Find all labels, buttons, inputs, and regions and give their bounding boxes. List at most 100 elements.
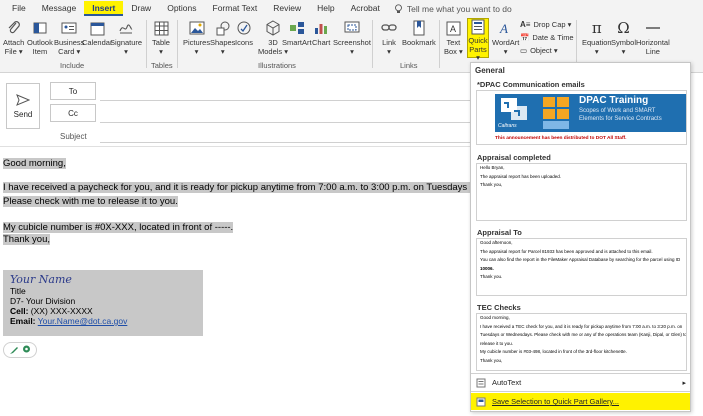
dpac-banner-title: DPAC Training (579, 95, 649, 106)
gallery-entry-text: Hello Bryan, (480, 165, 505, 170)
icons-label: Icons (235, 38, 253, 47)
menu-insert[interactable]: Insert (84, 1, 124, 16)
quick-parts-label2: Parts ▾ (469, 44, 487, 62)
autotext-label: AutoText (492, 378, 522, 387)
menu-review[interactable]: Review (265, 1, 309, 16)
business-card-icon (60, 19, 78, 37)
date-time-button[interactable]: 📅 Date & Time (520, 33, 574, 42)
text-box-button[interactable]: A Text Box ▾ (444, 19, 463, 56)
gallery-entry-text: Good afternoon, (480, 240, 513, 245)
screenshot-button[interactable]: Screenshot ▾ (333, 19, 371, 56)
table-button[interactable]: Table ▾ (152, 19, 170, 56)
equation-button[interactable]: π Equation ▾ (582, 19, 612, 56)
body-line-paycheck[interactable]: I have received a paycheck for you, and … (3, 182, 495, 193)
dpac-banner-sub1: Scopes of Work and SMART (579, 108, 656, 114)
gallery-entry-dpac[interactable]: Caltrans DPAC Training Scopes of Work an… (476, 90, 687, 145)
smartart-icon (288, 19, 306, 37)
mini-toolbar[interactable] (3, 342, 37, 358)
cc-field[interactable] (100, 122, 470, 123)
quick-parts-button[interactable]: Quick Parts ▾ (467, 18, 489, 62)
body-line-greeting[interactable]: Good morning, (3, 158, 66, 169)
location-pin-icon[interactable] (22, 345, 31, 355)
gallery-entry-text: Thank you, (480, 182, 503, 187)
menu-file[interactable]: File (4, 1, 34, 16)
chart-button[interactable]: Chart (312, 19, 330, 48)
date-time-label: Date & Time (532, 33, 574, 42)
body-line-release[interactable]: Please check with me to release it to yo… (3, 196, 178, 207)
subject-label: Subject (60, 132, 87, 141)
signature-email-link[interactable]: Your.Name@dot.ca.gov (38, 316, 128, 326)
body-separator (0, 146, 470, 147)
subject-field[interactable] (100, 142, 470, 143)
autotext-menu-item[interactable]: AutoText ▸ (471, 374, 690, 391)
signature-division: D7- Your Division (10, 296, 76, 306)
table-icon (152, 19, 170, 37)
send-button[interactable]: Send (6, 83, 40, 129)
tell-me-box[interactable]: Tell me what you want to do (394, 4, 512, 14)
save-selection-label: Save Selection to Quick Part Gallery... (492, 397, 619, 406)
gallery-entry-title: Appraisal completed (477, 153, 551, 162)
drop-cap-icon: A≡ (520, 20, 531, 29)
menu-format-text[interactable]: Format Text (205, 1, 266, 16)
bookmark-button[interactable]: Bookmark (402, 19, 436, 48)
paperclip-icon (5, 19, 23, 37)
save-selection-button[interactable]: Save Selection to Quick Part Gallery... (471, 393, 690, 410)
shapes-button[interactable]: Shapes ▾ (210, 19, 235, 56)
wordart-button[interactable]: A WordArt ▾ (492, 19, 519, 56)
gallery-entry-title: *DPAC Communication emails (477, 80, 585, 89)
equation-label2: ▾ (594, 46, 599, 56)
drop-cap-button[interactable]: A≡ Drop Cap ▾ (520, 20, 571, 29)
3d-models-label2: Models ▾ (258, 46, 289, 56)
menu-help[interactable]: Help (309, 1, 342, 16)
table-label2: ▾ (159, 46, 163, 56)
icons-button[interactable]: Icons (235, 19, 253, 48)
wordart-label2: ▾ (503, 46, 508, 56)
gallery-entry-appraisal-completed[interactable]: Hello Bryan, The appraisal report has be… (476, 163, 687, 221)
outlook-item-button[interactable]: Outlook Item (27, 19, 53, 56)
bookmark-label: Bookmark (402, 38, 436, 47)
text-box-icon: A (444, 19, 462, 37)
menu-acrobat[interactable]: Acrobat (343, 1, 388, 16)
calendar-button[interactable]: Calendar (82, 19, 112, 48)
signature-button[interactable]: Signature ▾ (110, 19, 142, 56)
screenshot-label2: ▾ (350, 46, 354, 56)
cc-button[interactable]: Cc (50, 104, 96, 122)
business-card-button[interactable]: Business Card ▾ (54, 19, 84, 56)
gallery-separator (471, 391, 690, 392)
pictures-button[interactable]: Pictures ▾ (183, 19, 210, 56)
link-button[interactable]: Link ▾ (380, 19, 398, 56)
calendar-icon (88, 19, 106, 37)
dpac-banner: Caltrans DPAC Training Scopes of Work an… (495, 94, 686, 132)
text-box-label2: Box ▾ (444, 46, 463, 56)
attach-file-button[interactable]: Attach File ▾ (3, 19, 24, 56)
gallery-entry-tec-checks[interactable]: Good morning, I have received a TEC chec… (476, 313, 687, 371)
menu-message[interactable]: Message (34, 1, 85, 16)
menu-options[interactable]: Options (159, 1, 204, 16)
horizontal-line-button[interactable]: Horizontal Line (636, 19, 670, 56)
object-button[interactable]: ▭ Object ▾ (520, 46, 558, 55)
gallery-entry-appraisal-to[interactable]: Good afternoon, The appraisal report for… (476, 238, 687, 296)
to-button[interactable]: To (50, 82, 96, 100)
send-label: Send (13, 109, 33, 119)
signature-block[interactable]: Your Name Title D7- Your Division Cell: … (3, 270, 203, 336)
body-line-thanks[interactable]: Thank you, (3, 234, 50, 245)
gallery-entry-text: I have received a TEC check for you, and… (480, 323, 683, 329)
menu-draw[interactable]: Draw (123, 1, 159, 16)
shapes-label2: ▾ (220, 46, 225, 56)
symbol-label2: ▾ (621, 46, 626, 56)
symbol-button[interactable]: Ω Symbol ▾ (611, 19, 636, 56)
to-field[interactable] (100, 100, 470, 101)
smartart-button[interactable]: SmartArt (282, 19, 312, 48)
gallery-entry-text: Good morning, (480, 315, 510, 320)
business-card-label2: Card ▾ (58, 46, 81, 56)
body-line-cubicle[interactable]: My cubicle number is #0X-XXX, located in… (3, 222, 234, 233)
outlook-item-icon (31, 19, 49, 37)
quick-parts-icon (469, 19, 487, 35)
date-time-icon: 📅 (520, 33, 530, 42)
gallery-header: General (475, 66, 505, 75)
chart-label: Chart (312, 38, 331, 47)
outlook-item-label2: Item (32, 46, 48, 56)
shapes-icon (214, 19, 232, 37)
pen-icon[interactable] (9, 345, 19, 355)
signature-title: Title (10, 286, 26, 296)
